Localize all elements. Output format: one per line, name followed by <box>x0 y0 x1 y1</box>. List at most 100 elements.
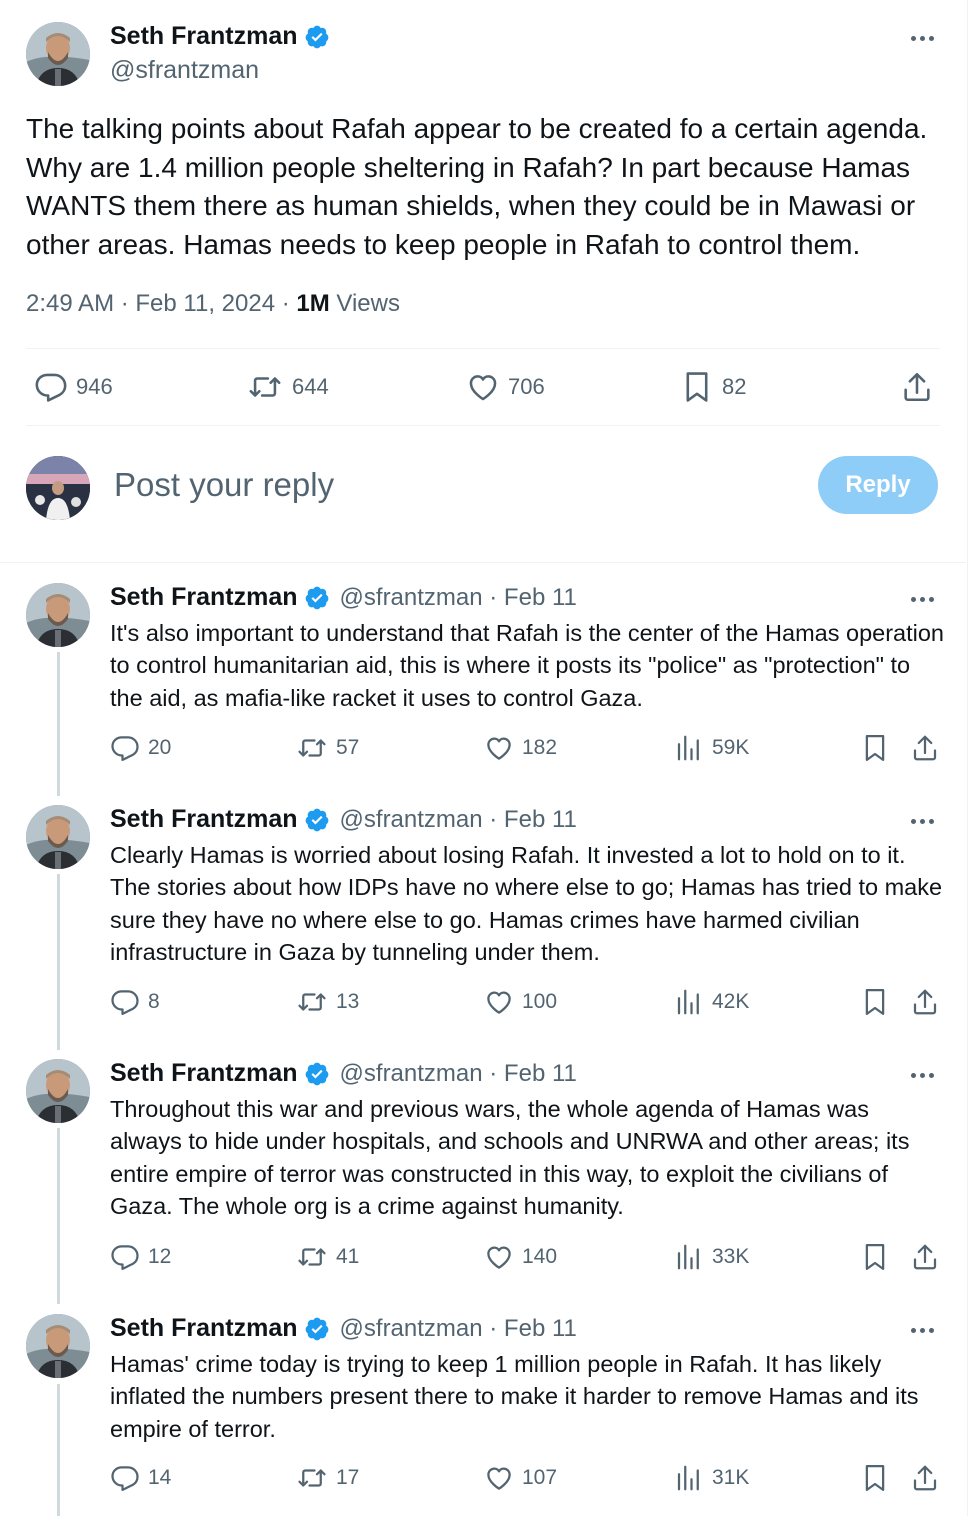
repost-button[interactable]: 41 <box>296 1242 359 1272</box>
author-name[interactable]: Seth Frantzman <box>110 583 298 612</box>
share-icon <box>910 1242 940 1272</box>
repost-button[interactable]: 17 <box>296 1463 359 1493</box>
views-label: Views <box>329 290 400 317</box>
like-icon <box>466 370 500 404</box>
action-bar: 8 13 100 42K <box>110 987 946 1023</box>
author-name[interactable]: Seth Frantzman <box>110 1059 298 1088</box>
like-button[interactable]: 140 <box>484 1242 557 1272</box>
handle-date[interactable]: @sfrantzman · Feb 11 <box>340 806 577 834</box>
author-avatar[interactable] <box>26 805 90 869</box>
bookmark-button[interactable] <box>860 733 890 763</box>
more-icon[interactable] <box>911 597 934 602</box>
divider <box>0 562 966 563</box>
verified-badge-icon[interactable] <box>304 1316 330 1342</box>
views-button[interactable]: 31K <box>674 1463 749 1493</box>
views-icon <box>674 733 704 763</box>
share-button[interactable] <box>910 987 940 1017</box>
bookmark-icon <box>860 1242 890 1272</box>
verified-badge-icon[interactable] <box>304 807 330 833</box>
reply-button[interactable]: 8 <box>110 987 160 1017</box>
handle-date[interactable]: @sfrantzman · Feb 11 <box>340 1315 577 1343</box>
share-icon <box>900 370 934 404</box>
like-icon <box>484 1463 514 1493</box>
views-button[interactable]: 33K <box>674 1242 749 1272</box>
share-button[interactable] <box>900 370 934 404</box>
like-button[interactable]: 706 <box>466 370 545 404</box>
tweet-meta: 2:49 AM · Feb 11, 2024 · 1M Views <box>26 290 400 318</box>
bookmark-icon <box>860 733 890 763</box>
author-name-row: Seth Frantzman <box>110 22 330 51</box>
author-name[interactable]: Seth Frantzman <box>110 22 298 51</box>
handle-date[interactable]: @sfrantzman · Feb 11 <box>340 584 577 612</box>
reply-button[interactable]: 12 <box>110 1242 171 1272</box>
author-avatar[interactable] <box>26 1314 90 1378</box>
thread-line <box>57 652 60 796</box>
reply-text: Throughout this war and previous wars, t… <box>110 1096 910 1219</box>
bookmark-button[interactable] <box>860 987 890 1017</box>
bookmark-icon <box>860 1463 890 1493</box>
bookmark-button[interactable] <box>860 1242 890 1272</box>
bookmark-count: 82 <box>722 374 747 399</box>
reply-submit-button[interactable]: Reply <box>818 456 938 514</box>
share-icon <box>910 987 940 1017</box>
repost-count: 644 <box>292 374 329 399</box>
repost-button[interactable]: 57 <box>296 733 359 763</box>
timestamp[interactable]: 2:49 AM · Feb 11, 2024 · <box>26 290 296 317</box>
user-avatar[interactable] <box>26 456 90 520</box>
repost-count: 17 <box>336 1466 360 1489</box>
share-button[interactable] <box>910 1242 940 1272</box>
views-button[interactable]: 42K <box>674 987 749 1017</box>
reply-button[interactable]: 14 <box>110 1463 171 1493</box>
like-button[interactable]: 182 <box>484 733 557 763</box>
divider <box>26 425 940 426</box>
views-count: 31K <box>712 1466 750 1489</box>
reply-count: 8 <box>148 990 160 1013</box>
reply-header: Seth Frantzman @sfrantzman · Feb 11 <box>110 1059 577 1088</box>
repost-icon <box>296 987 328 1017</box>
like-count: 100 <box>522 990 558 1013</box>
share-button[interactable] <box>910 733 940 763</box>
timeline-border <box>967 0 968 1516</box>
reply-button[interactable]: 20 <box>110 733 171 763</box>
bookmark-button[interactable] <box>860 1463 890 1493</box>
like-count: 706 <box>508 374 545 399</box>
reply-count: 14 <box>148 1466 172 1489</box>
verified-badge-icon[interactable] <box>304 585 330 611</box>
handle-date[interactable]: @sfrantzman · Feb 11 <box>340 1060 577 1088</box>
like-button[interactable]: 107 <box>484 1463 557 1493</box>
author-avatar[interactable] <box>26 22 90 86</box>
like-icon <box>484 1242 514 1272</box>
more-icon[interactable] <box>911 1328 934 1333</box>
more-icon[interactable] <box>911 36 934 41</box>
thread-line <box>57 1384 60 1516</box>
repost-button[interactable]: 644 <box>246 370 329 404</box>
action-bar: 20 57 182 59K <box>110 733 946 769</box>
author-handle[interactable]: @sfrantzman <box>110 56 259 85</box>
share-button[interactable] <box>910 1463 940 1493</box>
like-count: 140 <box>522 1245 558 1268</box>
repost-icon <box>296 733 328 763</box>
views-button[interactable]: 59K <box>674 733 749 763</box>
views-icon <box>674 1242 704 1272</box>
reply-button[interactable]: 946 <box>34 370 113 404</box>
author-avatar[interactable] <box>26 1059 90 1123</box>
bookmark-button[interactable]: 82 <box>680 370 746 404</box>
repost-button[interactable]: 13 <box>296 987 359 1017</box>
author-name[interactable]: Seth Frantzman <box>110 1314 298 1343</box>
thread-line <box>57 874 60 1050</box>
reply-input[interactable]: Post your reply <box>114 466 334 504</box>
more-icon[interactable] <box>911 1073 934 1078</box>
author-avatar[interactable] <box>26 583 90 647</box>
tweet-text: The talking points about Rafah appear to… <box>26 113 928 260</box>
share-icon <box>910 1463 940 1493</box>
verified-badge-icon[interactable] <box>304 24 330 50</box>
verified-badge-icon[interactable] <box>304 1061 330 1087</box>
reply-header: Seth Frantzman @sfrantzman · Feb 11 <box>110 583 577 612</box>
like-button[interactable]: 100 <box>484 987 557 1017</box>
reply-header: Seth Frantzman @sfrantzman · Feb 11 <box>110 805 577 834</box>
views-count: 42K <box>712 990 750 1013</box>
divider <box>26 348 940 349</box>
more-icon[interactable] <box>911 819 934 824</box>
views-icon <box>674 1463 704 1493</box>
author-name[interactable]: Seth Frantzman <box>110 805 298 834</box>
